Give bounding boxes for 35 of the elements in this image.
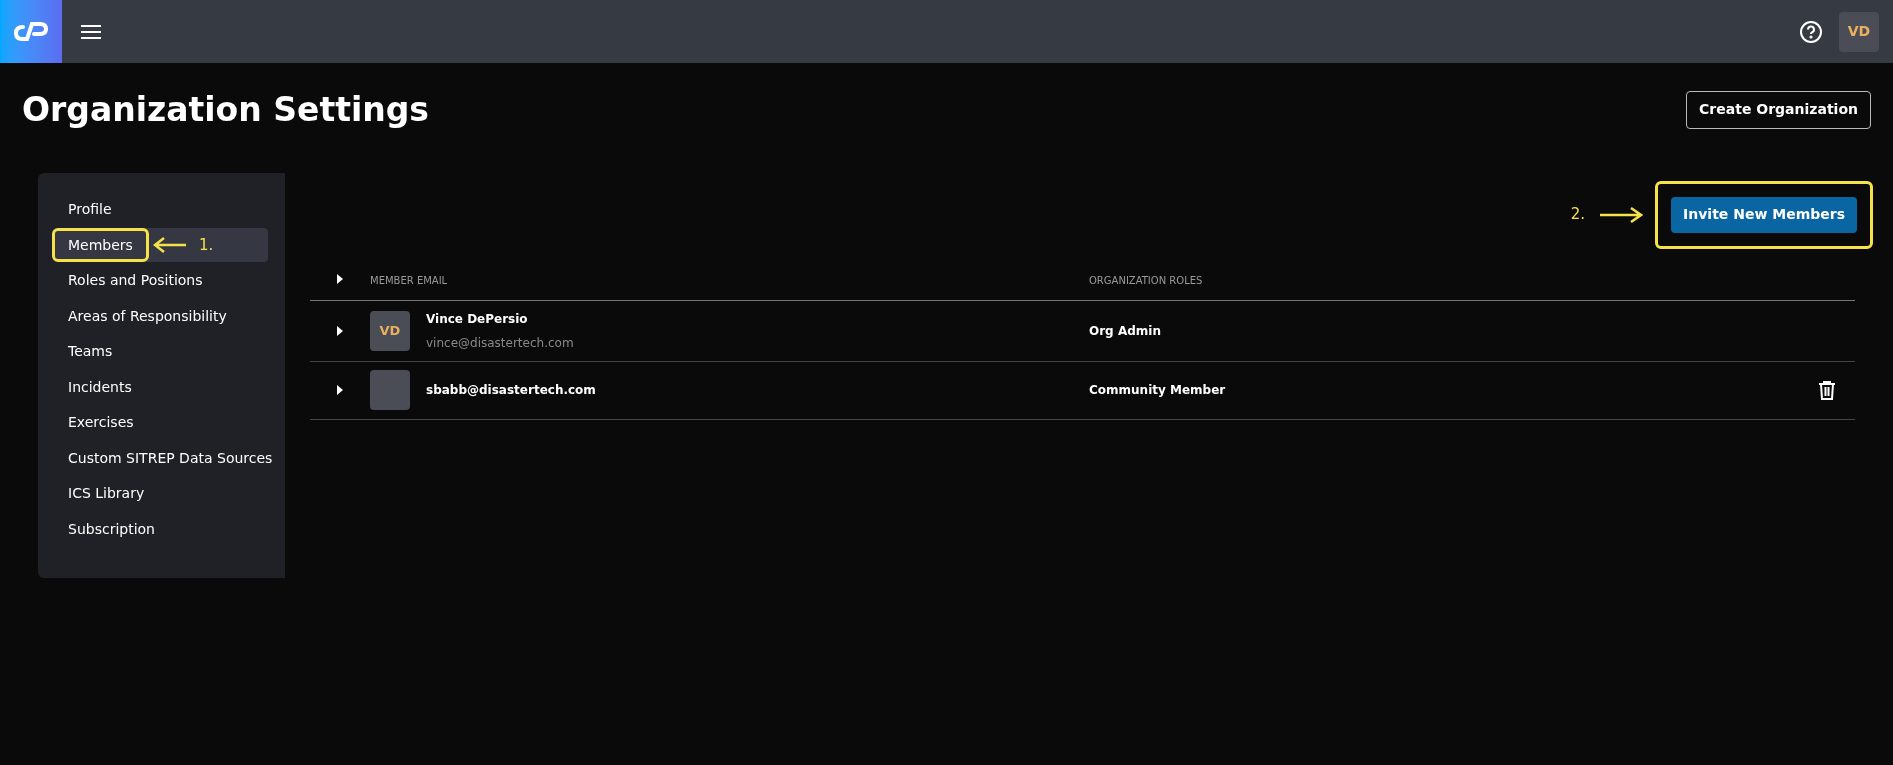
member-avatar: VD <box>370 310 410 351</box>
expand-caret-icon[interactable] <box>337 385 343 395</box>
member-row[interactable]: sbabb@disastertech.com Community Member <box>310 361 1855 420</box>
sidebar-item[interactable]: ICS Library <box>55 476 158 511</box>
organization-role: Org Admin <box>1089 322 1161 340</box>
column-header: ORGANIZATION ROLES <box>1089 275 1203 286</box>
expand-caret-icon[interactable] <box>337 325 343 336</box>
sidebar-item[interactable]: Members <box>52 228 149 262</box>
app-logo[interactable] <box>0 0 62 63</box>
member-row[interactable]: VD Vince DePersio vince@disastertech.com Org Admin <box>310 300 1855 362</box>
member-avatar <box>370 370 410 410</box>
callout-number: 1. <box>198 234 214 256</box>
sidebar-item[interactable]: Roles and Positions <box>55 263 216 298</box>
create-organization-button[interactable]: Create Organization <box>1686 90 1871 129</box>
member-email: vince@disastertech.com <box>426 334 574 352</box>
member-name: Vince DePersio <box>426 310 529 328</box>
sidebar-item[interactable]: Teams <box>55 334 126 369</box>
user-avatar[interactable]: VD <box>1839 11 1879 52</box>
page-title: Organization Settings <box>22 89 429 131</box>
sidebar-item[interactable]: Areas of Responsibility <box>55 299 240 333</box>
sidebar-item[interactable]: Custom SITREP Data Sources <box>55 441 286 475</box>
callout-arrow <box>1599 206 1644 223</box>
callout-arrow <box>152 237 187 253</box>
expand-caret-icon[interactable] <box>337 274 343 284</box>
delete-icon[interactable] <box>1819 380 1835 400</box>
help-icon[interactable] <box>1799 19 1823 44</box>
sidebar-item[interactable]: Profile <box>55 192 125 227</box>
sidebar-item[interactable]: Exercises <box>55 405 147 440</box>
column-header: MEMBER EMAIL <box>370 275 448 286</box>
organization-role: Community Member <box>1089 382 1226 399</box>
sidebar-item[interactable]: Incidents <box>55 370 145 404</box>
callout-number: 2. <box>1570 204 1586 226</box>
sidebar-item[interactable]: Subscription <box>55 512 168 546</box>
member-email: sbabb@disastertech.com <box>426 382 596 399</box>
invite-new-members-button[interactable]: Invite New Members <box>1671 196 1857 233</box>
